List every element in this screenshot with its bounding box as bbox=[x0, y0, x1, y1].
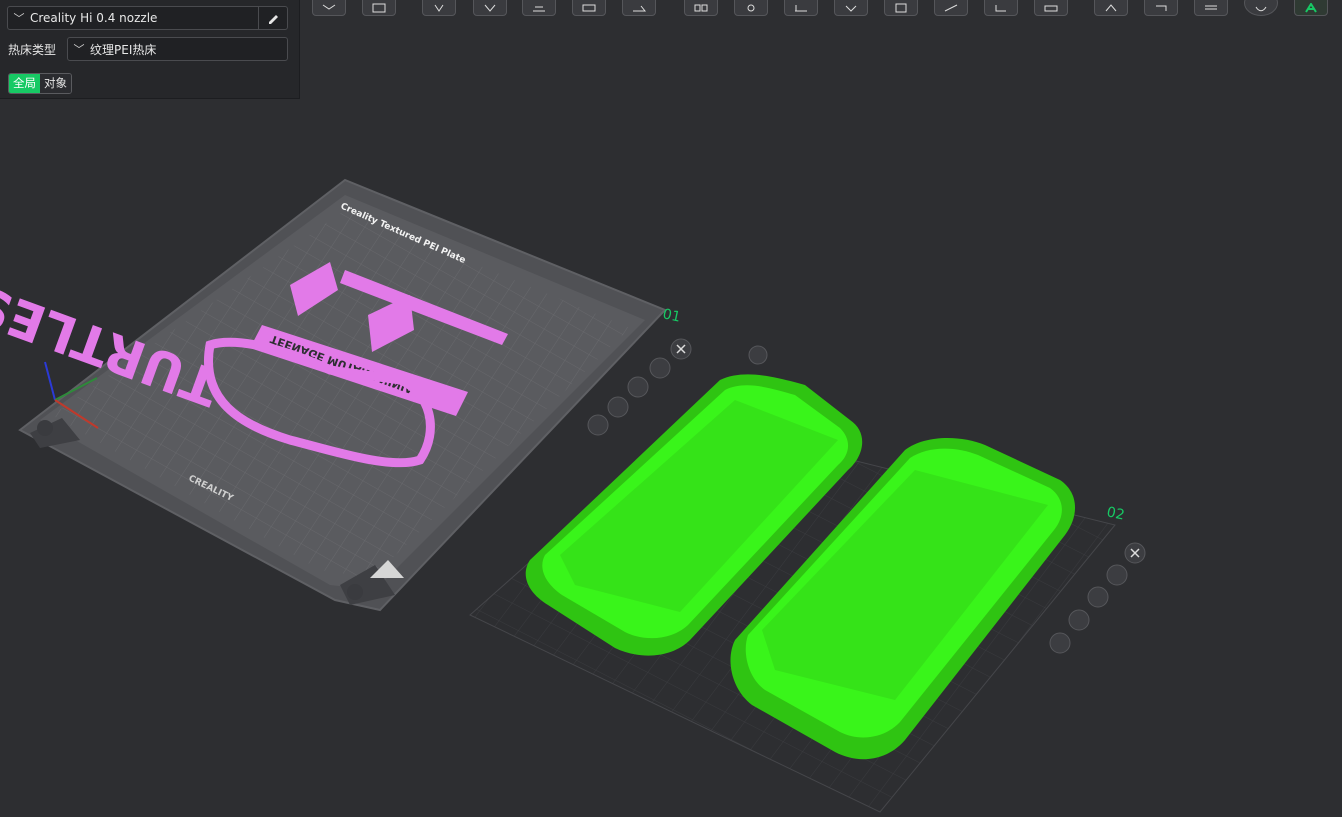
tab-object[interactable]: 对象 bbox=[40, 74, 71, 93]
text-icon[interactable] bbox=[884, 0, 918, 16]
view-cube-icon[interactable] bbox=[312, 0, 346, 16]
measure-icon[interactable] bbox=[784, 0, 818, 16]
plate-1-lock-icon[interactable] bbox=[607, 396, 629, 418]
layers-icon[interactable] bbox=[1194, 0, 1228, 16]
plate-1-arrange-icon[interactable] bbox=[649, 357, 671, 379]
pencil-icon[interactable] bbox=[258, 7, 287, 29]
plate-2-orient-icon[interactable] bbox=[1087, 586, 1109, 608]
plate-1-orient-icon[interactable] bbox=[627, 376, 649, 398]
plate-1-extra-icon[interactable] bbox=[748, 345, 768, 365]
scope-tabs: 全局 对象 bbox=[8, 73, 72, 94]
support-icon[interactable] bbox=[1094, 0, 1128, 16]
tab-global[interactable]: 全局 bbox=[9, 74, 40, 93]
cut-icon[interactable] bbox=[984, 0, 1018, 16]
plate-1-settings-icon[interactable] bbox=[587, 414, 609, 436]
printer-select[interactable]: ﹀ Creality Hi 0.4 nozzle bbox=[7, 6, 288, 30]
split-icon[interactable] bbox=[684, 0, 718, 16]
settings-icon[interactable] bbox=[734, 0, 768, 16]
sphere-icon[interactable] bbox=[1244, 0, 1278, 16]
plate-2-number: 02 bbox=[1105, 504, 1126, 523]
seam-icon[interactable] bbox=[1144, 0, 1178, 16]
bed-type-select[interactable]: ﹀ 纹理PEI热床 bbox=[67, 37, 288, 61]
chevron-down-icon: ﹀ bbox=[13, 12, 25, 25]
assembly-icon[interactable] bbox=[1294, 0, 1328, 16]
plate-2-lock-icon[interactable] bbox=[1068, 609, 1090, 631]
settings-panel: ﹀ Creality Hi 0.4 nozzle 热床类型 ﹀ 纹理PEI热床 … bbox=[0, 0, 300, 99]
bed-type-value: 纹理PEI热床 bbox=[90, 42, 157, 57]
arrange-icon[interactable] bbox=[572, 0, 606, 16]
3d-viewport[interactable]: Creality Textured PEI Plate CREALITY TEE… bbox=[0, 0, 1342, 813]
paint-icon[interactable] bbox=[934, 0, 968, 16]
orient-icon[interactable] bbox=[622, 0, 656, 16]
plate-1-number: 01 bbox=[661, 306, 682, 325]
grid-icon[interactable] bbox=[362, 0, 396, 16]
plate-2-settings-icon[interactable] bbox=[1049, 632, 1071, 654]
cube-icon[interactable] bbox=[834, 0, 868, 16]
plate-2-arrange-icon[interactable] bbox=[1106, 564, 1128, 586]
printer-select-value: Creality Hi 0.4 nozzle bbox=[30, 11, 158, 25]
chevron-down-icon: ﹀ bbox=[73, 43, 85, 56]
scene: Creality Textured PEI Plate CREALITY TEE… bbox=[0, 178, 1146, 813]
ruler-icon[interactable] bbox=[1034, 0, 1068, 16]
bed-type-label: 热床类型 bbox=[8, 43, 57, 57]
add-icon[interactable] bbox=[422, 0, 456, 16]
slice-plate-icon[interactable] bbox=[522, 0, 556, 16]
shape-icon[interactable] bbox=[473, 0, 507, 16]
